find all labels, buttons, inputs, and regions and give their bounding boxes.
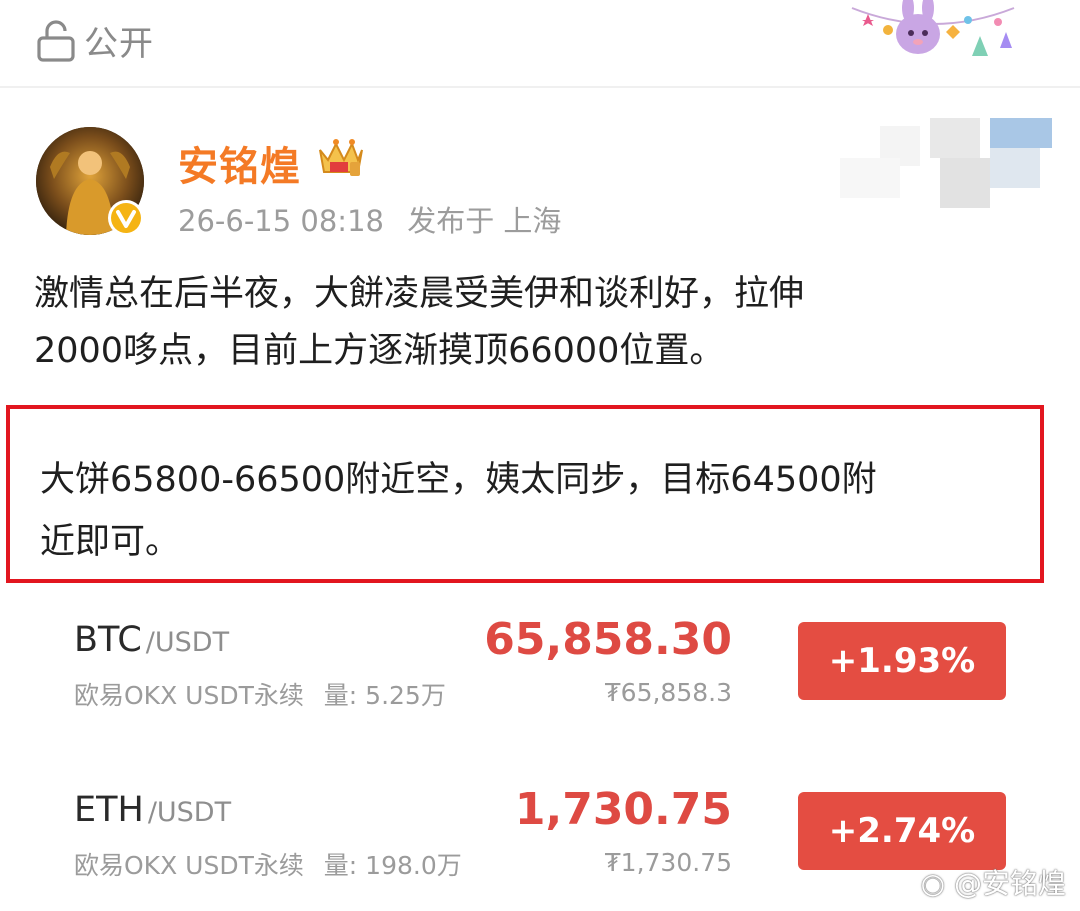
ticker-volume: 量: 198.0万 bbox=[323, 851, 462, 880]
watermark-text: @安铭煌 bbox=[953, 867, 1066, 900]
top-bar: 公开 bbox=[0, 0, 1080, 86]
blurred-area bbox=[840, 118, 1052, 218]
ticker-change-badge[interactable]: +1.93% bbox=[798, 622, 1006, 700]
post-time: 26-6-15 08:18 bbox=[178, 204, 384, 238]
ticker-quote: /USDT bbox=[147, 797, 232, 828]
ticker-symbol: ETH/USDT bbox=[74, 790, 232, 830]
author-name[interactable]: 安铭煌 bbox=[178, 134, 301, 192]
bunny-sticker bbox=[848, 0, 1018, 80]
ticker-card-btc[interactable]: BTC/USDT 欧易OKX USDT永续 量: 5.25万 65,858.30… bbox=[0, 614, 1080, 740]
ticker-quote: /USDT bbox=[145, 627, 230, 658]
ticker-secondary-price: ₮1,730.75 bbox=[604, 848, 732, 877]
post-line: 激情总在后半夜，大餅凌晨受美伊和谈利好，拉伸 bbox=[34, 274, 805, 314]
post-line: 2000哆点，目前上方逐渐摸顶66000位置。 bbox=[34, 331, 725, 371]
lock-icon bbox=[36, 19, 76, 63]
post-location: 发布于 上海 bbox=[407, 204, 562, 238]
weibo-watermark: ◉ @安铭煌 bbox=[921, 862, 1066, 902]
ticker-volume: 量: 5.25万 bbox=[323, 681, 446, 710]
ticker-card-eth[interactable]: ETH/USDT 欧易OKX USDT永续 量: 198.0万 1,730.75… bbox=[0, 784, 1080, 910]
highlight-line: 近即可。 bbox=[40, 522, 181, 562]
highlight-box: 大饼65800-66500附近空，姨太同步，目标64500附 近即可。 bbox=[6, 405, 1044, 583]
ticker-price: 1,730.75 bbox=[514, 784, 732, 835]
highlight-line: 大饼65800-66500附近空，姨太同步，目标64500附 bbox=[40, 460, 877, 500]
ticker-exchange: 欧易OKX USDT永续 量: 198.0万 bbox=[74, 851, 462, 880]
ticker-secondary-price: ₮65,858.3 bbox=[604, 678, 732, 707]
visibility-label: 公开 bbox=[84, 24, 154, 64]
post-body: 激情总在后半夜，大餅凌晨受美伊和谈利好，拉伸 2000哆点，目前上方逐渐摸顶66… bbox=[34, 266, 1044, 380]
weibo-icon: ◉ bbox=[920, 867, 946, 900]
ticker-change-badge[interactable]: +2.74% bbox=[798, 792, 1006, 870]
divider bbox=[0, 86, 1080, 88]
highlight-text: 大饼65800-66500附近空，姨太同步，目标64500附 近即可。 bbox=[40, 449, 1040, 573]
crown-member-icon bbox=[314, 136, 366, 180]
post-meta: 26-6-15 08:18 发布于 上海 bbox=[178, 198, 561, 240]
verified-icon bbox=[106, 198, 146, 238]
ticker-price: 65,858.30 bbox=[484, 614, 732, 665]
ticker-symbol: BTC/USDT bbox=[74, 620, 230, 660]
visibility-toggle[interactable]: 公开 bbox=[36, 16, 154, 65]
ticker-exchange: 欧易OKX USDT永续 量: 5.25万 bbox=[74, 681, 446, 710]
